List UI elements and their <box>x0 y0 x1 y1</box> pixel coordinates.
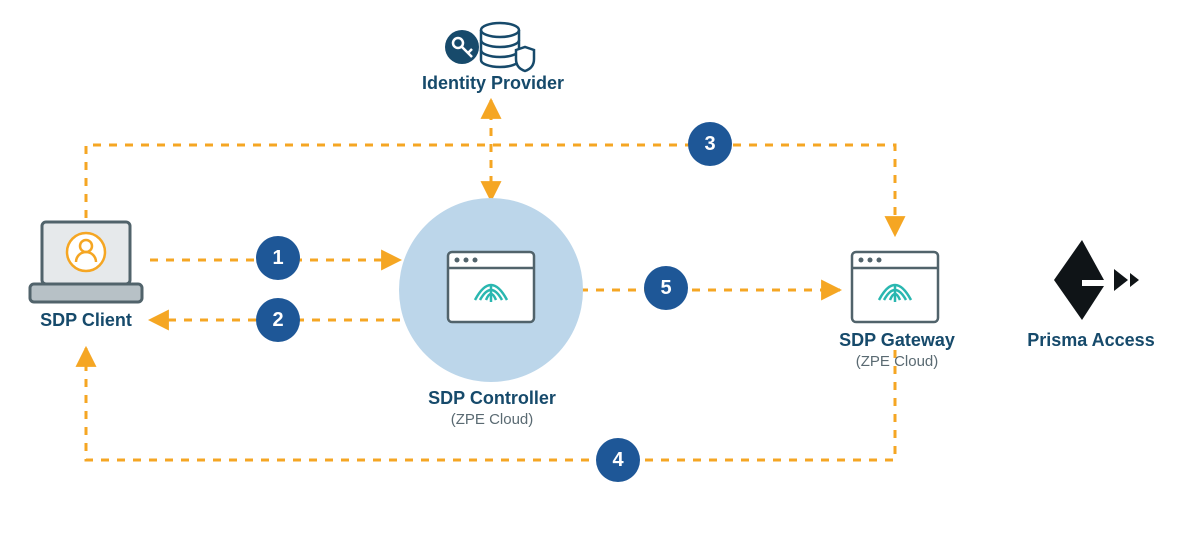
sdp-controller-title: SDP Controller <box>428 388 556 408</box>
step-1-badge: 1 <box>256 236 300 280</box>
step-4-badge: 4 <box>596 438 640 482</box>
gateway-browser-icon <box>852 252 938 322</box>
prisma-access-icon <box>1054 240 1139 320</box>
step-3-badge: 3 <box>688 122 732 166</box>
controller-browser-icon <box>448 252 534 322</box>
step-2-badge: 2 <box>256 298 300 342</box>
prisma-access-label: Prisma Access <box>1016 330 1166 351</box>
sdp-client-label: SDP Client <box>20 310 152 331</box>
sdp-gateway-label: SDP Gateway (ZPE Cloud) <box>812 330 982 370</box>
sdp-controller-subtitle: (ZPE Cloud) <box>400 411 584 428</box>
identity-provider-icon <box>445 23 534 71</box>
sdp-gateway-title: SDP Gateway <box>839 330 955 350</box>
step-5-badge: 5 <box>644 266 688 310</box>
sdp-controller-label: SDP Controller (ZPE Cloud) <box>400 388 584 428</box>
sdp-client-icon <box>30 222 142 302</box>
identity-provider-label: Identity Provider <box>405 73 581 94</box>
sdp-gateway-subtitle: (ZPE Cloud) <box>812 353 982 370</box>
